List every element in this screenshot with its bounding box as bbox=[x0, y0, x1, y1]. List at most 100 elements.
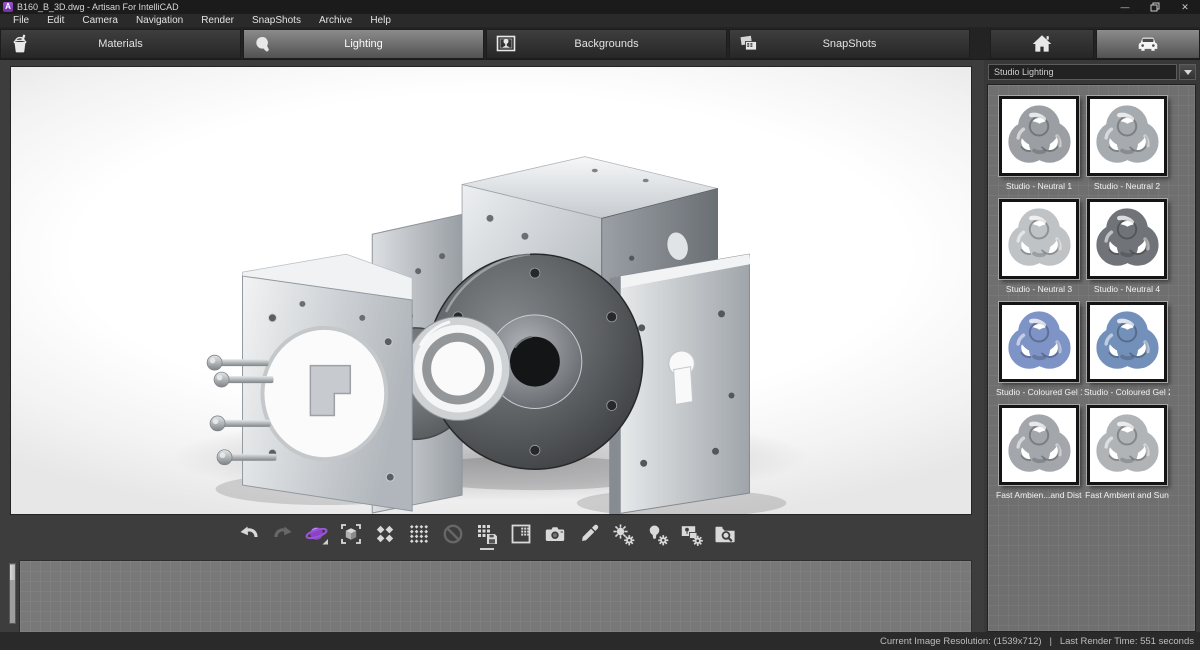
preset-thumbnail[interactable] bbox=[1087, 302, 1167, 382]
render-off-button[interactable] bbox=[441, 522, 465, 550]
torus-knot-icon bbox=[1005, 102, 1073, 170]
menu-file[interactable]: File bbox=[4, 14, 38, 27]
ribbon: Materials Lighting Backgrounds bbox=[0, 27, 1200, 60]
folder-search-icon bbox=[713, 522, 737, 546]
lighting-category-dropdown: Studio Lighting bbox=[988, 64, 1196, 80]
preset-thumbnail[interactable] bbox=[1087, 96, 1167, 176]
preset-fast-ambient-sun[interactable]: Fast Ambient and Sun bbox=[1084, 405, 1170, 500]
snapshot-filmstrip bbox=[19, 560, 972, 633]
menu-snapshots[interactable]: SnapShots bbox=[243, 14, 310, 27]
menu-edit[interactable]: Edit bbox=[38, 14, 73, 27]
cube-brackets-icon bbox=[339, 522, 363, 546]
preset-label: Studio - Neutral 1 bbox=[996, 181, 1082, 191]
tab-backgrounds-label: Backgrounds bbox=[487, 38, 726, 50]
preset-studio-neutral-3[interactable]: Studio - Neutral 3 bbox=[996, 199, 1082, 294]
gearbox-render bbox=[11, 67, 971, 514]
preset-studio-neutral-2[interactable]: Studio - Neutral 2 bbox=[1084, 96, 1170, 191]
restore-icon bbox=[1150, 2, 1160, 12]
vehicle-mode-button[interactable] bbox=[1096, 29, 1200, 59]
render-planet-button[interactable] bbox=[305, 522, 329, 550]
redo-button[interactable] bbox=[271, 522, 295, 550]
preset-label: Studio - Neutral 3 bbox=[996, 284, 1082, 294]
sun-gear-icon bbox=[611, 522, 635, 546]
undo-button[interactable] bbox=[237, 522, 261, 550]
preset-thumbnail[interactable] bbox=[1087, 199, 1167, 279]
tab-materials-label: Materials bbox=[1, 38, 240, 50]
four-diamonds-icon bbox=[373, 522, 397, 546]
dot-grid-icon bbox=[407, 522, 431, 546]
background-settings-button[interactable] bbox=[679, 522, 703, 550]
snapshot-camera-button[interactable] bbox=[543, 522, 567, 550]
prohibition-icon bbox=[441, 522, 465, 546]
menu-bar: File Edit Camera Navigation Render SnapS… bbox=[0, 14, 1200, 27]
sun-settings-button[interactable] bbox=[611, 522, 635, 550]
close-button[interactable]: ✕ bbox=[1170, 0, 1200, 14]
preset-studio-neutral-1[interactable]: Studio - Neutral 1 bbox=[996, 96, 1082, 191]
restore-button[interactable] bbox=[1140, 0, 1170, 14]
tab-lighting-label: Lighting bbox=[244, 38, 483, 50]
tab-backgrounds[interactable]: Backgrounds bbox=[486, 29, 727, 59]
planet-icon bbox=[305, 522, 329, 546]
preset-grid: Studio - Neutral 1 Studio - Neutral 2 St… bbox=[988, 85, 1195, 508]
color-picker-button[interactable] bbox=[577, 522, 601, 550]
preset-label: Studio - Coloured Gel 2 bbox=[1084, 387, 1170, 397]
browse-renders-button[interactable] bbox=[713, 522, 737, 550]
home-icon bbox=[1030, 32, 1054, 56]
torus-knot-icon bbox=[1093, 205, 1161, 273]
lighting-sidebar: Studio Lighting Studio - Neutral 1 Studi… bbox=[984, 60, 1200, 632]
preset-thumbnail[interactable] bbox=[999, 96, 1079, 176]
preset-label: Fast Ambient and Sun bbox=[1084, 490, 1170, 500]
ribbon-spacer bbox=[972, 29, 988, 59]
dropdown-button[interactable] bbox=[1179, 64, 1196, 80]
menu-navigation[interactable]: Navigation bbox=[127, 14, 192, 27]
menu-render[interactable]: Render bbox=[192, 14, 243, 27]
title-bar: A B160_B_3D.dwg - Artisan For IntelliCAD… bbox=[0, 0, 1200, 14]
tab-lighting[interactable]: Lighting bbox=[243, 29, 484, 59]
torus-knot-icon bbox=[1093, 102, 1161, 170]
torus-knot-icon bbox=[1005, 411, 1073, 479]
preset-coloured-gel-2[interactable]: Studio - Coloured Gel 2 bbox=[1084, 302, 1170, 397]
render-object-button[interactable] bbox=[339, 522, 363, 550]
preset-thumbnail[interactable] bbox=[999, 199, 1079, 279]
preset-label: Studio - Neutral 2 bbox=[1084, 181, 1170, 191]
undo-arrow-icon bbox=[237, 522, 261, 546]
menu-camera[interactable]: Camera bbox=[73, 14, 127, 27]
camera-icon bbox=[543, 522, 567, 546]
torus-knot-icon bbox=[1005, 308, 1073, 376]
filmstrip-scrollbar-thumb[interactable] bbox=[10, 565, 15, 580]
torus-knot-icon bbox=[1005, 205, 1073, 273]
render-toolbar bbox=[237, 522, 737, 550]
eyedropper-icon bbox=[577, 522, 601, 546]
workspace: Studio Lighting Studio - Neutral 1 Studi… bbox=[0, 60, 1200, 650]
filmstrip-scrollbar[interactable] bbox=[9, 563, 16, 624]
menu-help[interactable]: Help bbox=[361, 14, 400, 27]
preset-thumbnail[interactable] bbox=[999, 302, 1079, 382]
home-button[interactable] bbox=[990, 29, 1094, 59]
active-tool-underline bbox=[480, 548, 494, 550]
status-text: Current Image Resolution: (1539x712) | L… bbox=[880, 636, 1194, 647]
tab-snapshots[interactable]: SnapShots bbox=[729, 29, 970, 59]
window-controls: — ✕ bbox=[1110, 0, 1200, 14]
preset-coloured-gel-1[interactable]: Studio - Coloured Gel 1 bbox=[996, 302, 1082, 397]
preset-thumbnail[interactable] bbox=[999, 405, 1079, 485]
preset-thumbnail[interactable] bbox=[1087, 405, 1167, 485]
preset-studio-neutral-4[interactable]: Studio - Neutral 4 bbox=[1084, 199, 1170, 294]
lighting-category-value[interactable]: Studio Lighting bbox=[988, 64, 1177, 80]
minimize-button[interactable]: — bbox=[1110, 0, 1140, 14]
quality-medium-button[interactable] bbox=[373, 522, 397, 550]
bulb-gear-icon bbox=[645, 522, 669, 546]
menu-archive[interactable]: Archive bbox=[310, 14, 361, 27]
window-title: B160_B_3D.dwg - Artisan For IntelliCAD bbox=[17, 2, 179, 12]
tab-snapshots-label: SnapShots bbox=[730, 38, 969, 50]
render-region-button[interactable] bbox=[509, 522, 533, 550]
tab-materials[interactable]: Materials bbox=[0, 29, 241, 59]
save-render-button[interactable] bbox=[475, 522, 499, 550]
render-viewport[interactable] bbox=[10, 66, 972, 515]
image-gear-icon bbox=[679, 522, 703, 546]
redo-arrow-icon bbox=[271, 522, 295, 546]
preset-fast-ambient-distant[interactable]: Fast Ambien...and Distant bbox=[996, 405, 1082, 500]
app-logo-icon: A bbox=[3, 2, 13, 12]
quality-fine-button[interactable] bbox=[407, 522, 431, 550]
lighting-preset-panel: Studio - Neutral 1 Studio - Neutral 2 St… bbox=[987, 84, 1196, 632]
light-settings-button[interactable] bbox=[645, 522, 669, 550]
